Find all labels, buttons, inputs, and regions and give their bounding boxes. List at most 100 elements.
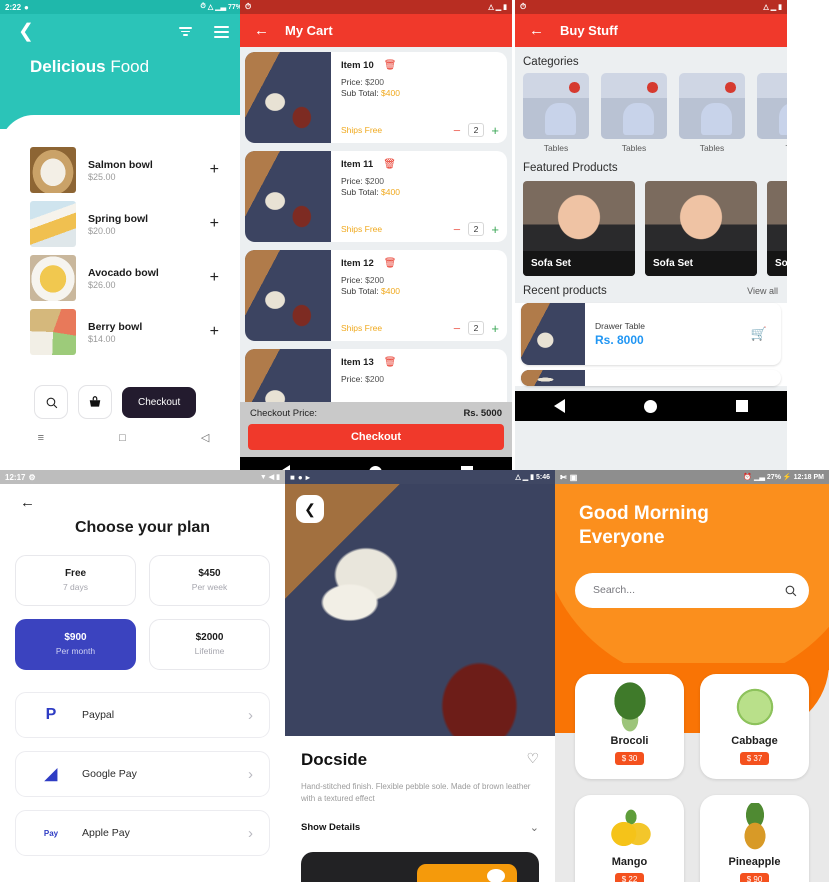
back-nav-button[interactable]	[554, 399, 566, 413]
add-to-cart-button[interactable]	[417, 864, 517, 882]
plan-option-free[interactable]: Free 7 days	[15, 555, 136, 606]
quantity-stepper[interactable]: − 2 +	[453, 321, 499, 335]
search-input[interactable]: Search...	[593, 584, 635, 596]
add-item-button[interactable]: +	[210, 269, 233, 287]
food-price: $26.00	[88, 279, 116, 290]
categories-carousel[interactable]: Tables Tables Tables Ta	[515, 73, 787, 153]
gear-icon: ⚙	[28, 472, 36, 482]
trash-icon[interactable]: 🗑	[384, 60, 397, 71]
back-button[interactable]: ←	[254, 22, 269, 39]
food-name: Avocado bowl	[88, 266, 159, 279]
category-item[interactable]: Tables	[679, 73, 745, 153]
product-card-mango[interactable]: Mango $ 22	[575, 795, 684, 882]
payment-option-google-pay[interactable]: ◢ Google Pay ›	[15, 751, 270, 797]
apple-pay-icon: Pay	[43, 828, 59, 838]
food-thumbnail	[30, 309, 76, 355]
increment-button[interactable]: +	[491, 124, 499, 137]
plan-period: 7 days	[62, 582, 89, 592]
cart-item-row[interactable]: Item 12 🗑 Price: $200 Sub Total: $400 Sh…	[245, 250, 507, 341]
cart-item-row[interactable]: Item 13 🗑 Price: $200	[245, 349, 507, 402]
quantity-stepper[interactable]: − 2 +	[453, 222, 499, 236]
recent-product-row[interactable]	[521, 370, 781, 386]
category-item[interactable]: Tables	[523, 73, 589, 153]
category-thumbnail	[601, 73, 667, 139]
search-button[interactable]	[34, 385, 68, 419]
decrement-button[interactable]: −	[453, 223, 461, 236]
category-item[interactable]: Tables	[601, 73, 667, 153]
plan-grid: Free 7 days $450 Per week $900 Per month…	[0, 537, 285, 670]
search-icon[interactable]	[777, 577, 803, 603]
product-name: Mango	[611, 856, 648, 868]
chevron-right-icon: ›	[248, 824, 253, 842]
checkout-button[interactable]: Checkout	[248, 424, 504, 450]
food-name: Salmon bowl	[88, 158, 153, 171]
back-button[interactable]: ←	[0, 484, 285, 511]
plan-option-weekly[interactable]: $450 Per week	[149, 555, 270, 606]
chevron-down-icon[interactable]: ⌄	[530, 821, 539, 834]
decrement-button[interactable]: −	[453, 124, 461, 137]
trash-icon[interactable]: 🗑	[383, 159, 396, 170]
payment-label: Apple Pay	[82, 827, 130, 839]
category-item[interactable]: Ta	[757, 73, 787, 153]
product-name: Pineapple	[728, 856, 781, 868]
add-item-button[interactable]: +	[210, 215, 233, 233]
plan-option-lifetime[interactable]: $2000 Lifetime	[149, 619, 270, 670]
item-price: $200	[365, 374, 385, 384]
decrement-button[interactable]: −	[453, 322, 461, 335]
recents-button[interactable]	[735, 400, 748, 412]
product-card-pineapple[interactable]: Pineapple $ 90	[700, 795, 809, 882]
view-all-link[interactable]: View all	[747, 286, 778, 296]
add-item-button[interactable]: +	[210, 323, 233, 341]
featured-card[interactable]: Sofa Set	[645, 181, 757, 276]
back-button[interactable]: ❮	[18, 22, 34, 41]
back-button[interactable]: ❮	[296, 495, 324, 523]
shopping-cart-icon[interactable]: 🛒	[751, 326, 781, 342]
featured-card[interactable]: Sofa S	[767, 181, 787, 276]
payment-methods-list: P Paypal › ◢ Google Pay › Pay Apple Pay …	[0, 670, 285, 856]
increment-button[interactable]: +	[491, 322, 499, 335]
show-details-row[interactable]: Show Details ⌄	[301, 821, 539, 834]
cart-item-row[interactable]: Item 10 🗑 Price: $200 Sub Total: $400 Sh…	[245, 52, 507, 143]
page-title: Delicious Food	[0, 41, 247, 77]
cart-item-list[interactable]: Item 10 🗑 Price: $200 Sub Total: $400 Sh…	[240, 47, 512, 402]
increment-button[interactable]: +	[491, 223, 499, 236]
list-item[interactable]: Salmon bowl $25.00 +	[0, 143, 247, 197]
hamburger-menu-icon[interactable]	[214, 25, 229, 38]
food-list-sheet: Salmon bowl $25.00 + Spring bowl $20.00 …	[0, 115, 247, 456]
payment-option-apple-pay[interactable]: Pay Apple Pay ›	[15, 810, 270, 856]
filter-icon[interactable]	[179, 27, 192, 36]
food-price: $20.00	[88, 225, 116, 236]
wifi-icon: △	[207, 4, 214, 11]
trash-icon[interactable]: 🗑	[384, 258, 397, 269]
battery-icon: ▮	[503, 4, 507, 11]
recent-product-row[interactable]: Drawer Table Rs. 8000 🛒	[521, 303, 781, 365]
battery-percent: 27%	[766, 473, 781, 481]
ships-free-badge: Ships Free	[341, 323, 383, 333]
product-card-cabbage[interactable]: Cabbage $ 37	[700, 674, 809, 779]
home-button[interactable]	[643, 399, 657, 413]
home-button[interactable]: □	[119, 432, 126, 444]
featured-card[interactable]: Sofa Set	[523, 181, 635, 276]
quantity-stepper[interactable]: − 2 +	[453, 123, 499, 137]
basket-button[interactable]	[78, 385, 112, 419]
product-card-brocoli[interactable]: Brocoli $ 30	[575, 674, 684, 779]
list-item[interactable]: Spring bowl $20.00 +	[0, 197, 247, 251]
list-item[interactable]: Avocado bowl $26.00 +	[0, 251, 247, 305]
list-item[interactable]: Berry bowl $14.00 +	[0, 305, 247, 359]
featured-carousel[interactable]: Sofa Set Sofa Set Sofa S	[515, 181, 787, 276]
trash-icon[interactable]: 🗑	[384, 357, 397, 368]
cart-item-row[interactable]: Item 11 🗑 Price: $200 Sub Total: $400 Sh…	[245, 151, 507, 242]
panel-delicious-food: 2:22 ● ⏱ △ ▁▃ 77% ❮ Delicious Food Salmo…	[0, 0, 247, 470]
recents-button[interactable]: ≡	[38, 432, 44, 444]
back-button[interactable]: ←	[529, 22, 544, 39]
back-nav-button[interactable]: ◁	[201, 431, 209, 444]
product-thumbnail	[245, 52, 331, 143]
item-price: $200	[365, 176, 385, 186]
checkout-button[interactable]: Checkout	[122, 386, 197, 418]
payment-option-paypal[interactable]: P Paypal ›	[15, 692, 270, 738]
product-name: Brocoli	[610, 735, 649, 747]
plan-option-monthly[interactable]: $900 Per month	[15, 619, 136, 670]
add-item-button[interactable]: +	[210, 161, 233, 179]
heart-icon[interactable]: ♡	[526, 750, 539, 767]
search-bar[interactable]: Search...	[575, 572, 809, 608]
